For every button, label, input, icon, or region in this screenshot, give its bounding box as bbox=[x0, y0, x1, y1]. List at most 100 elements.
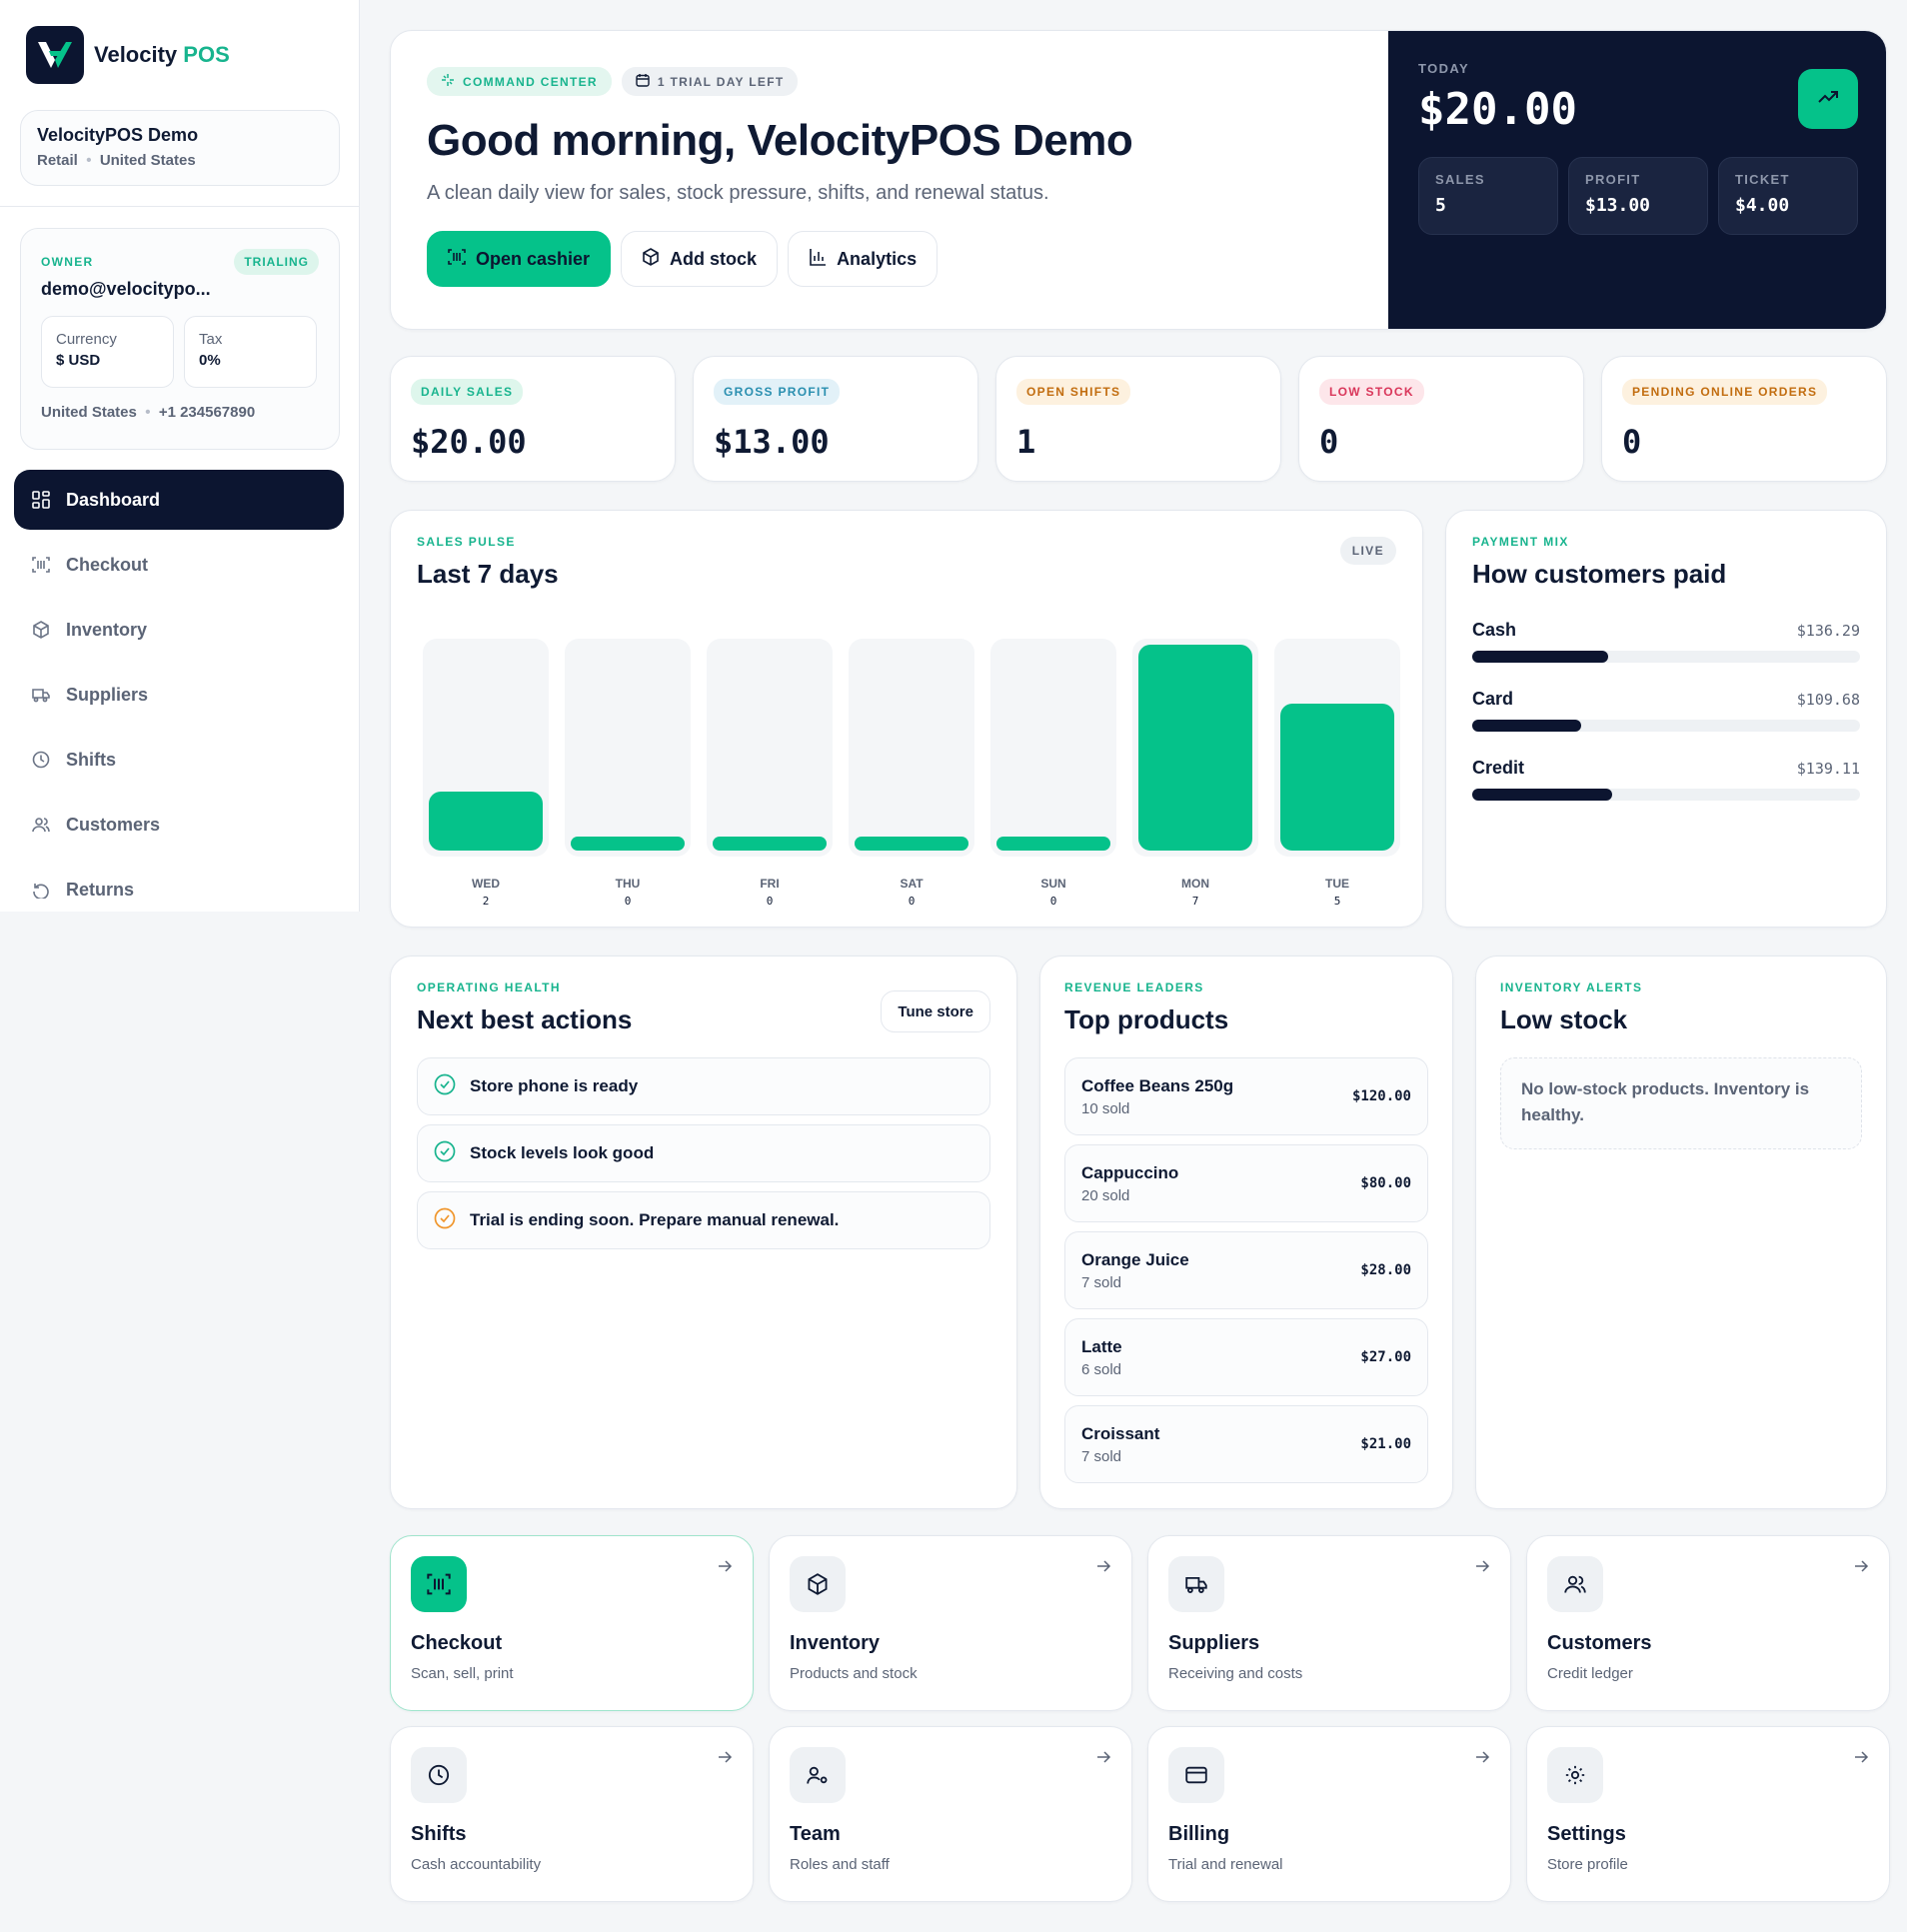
store-switcher[interactable]: VelocityPOS Demo Retail • United States bbox=[20, 110, 340, 186]
owner-email: demo@velocitypo... bbox=[41, 279, 211, 299]
bar-day-label: FRI bbox=[760, 877, 780, 891]
tile-title: Inventory bbox=[790, 1632, 881, 1654]
low-stock-card: INVENTORY ALERTS Low stock No low-stock … bbox=[1475, 956, 1887, 1509]
tile-subtitle: Roles and staff bbox=[790, 1856, 890, 1873]
bar-column: FRI 0 bbox=[707, 639, 833, 911]
card-title: Last 7 days bbox=[417, 559, 559, 589]
kpi-value: $20.00 bbox=[411, 423, 527, 461]
bar-day-label: SUN bbox=[1040, 877, 1066, 891]
live-badge: LIVE bbox=[1339, 537, 1396, 565]
store-name: VelocityPOS Demo bbox=[37, 125, 199, 145]
bar[interactable] bbox=[1280, 703, 1394, 851]
tune-store-button[interactable]: Tune store bbox=[881, 990, 990, 1032]
bar-value-label: 0 bbox=[908, 895, 916, 908]
tile-title: Billing bbox=[1168, 1823, 1230, 1845]
bar[interactable] bbox=[713, 837, 827, 851]
card-eyebrow: PAYMENT MIX bbox=[1472, 535, 1569, 549]
trial-days-chip: 1 TRIAL DAY LEFT bbox=[621, 67, 799, 96]
sidebar-item-customers[interactable]: Customers bbox=[14, 795, 344, 855]
kpi-open-shifts: OPEN SHIFTS 1 bbox=[995, 356, 1281, 482]
payment-mix-card: PAYMENT MIX How customers paid Cash $136.… bbox=[1445, 510, 1887, 928]
tile-inventory[interactable]: Inventory Products and stock bbox=[769, 1535, 1132, 1711]
action-item[interactable]: Stock levels look good bbox=[417, 1124, 990, 1182]
bar-column: MON 7 bbox=[1132, 639, 1258, 911]
kpi-label: DAILY SALES bbox=[411, 379, 524, 405]
bar-track bbox=[565, 639, 691, 857]
add-stock-button[interactable]: Add stock bbox=[621, 231, 779, 287]
sidebar-nav: Dashboard Checkout Inventory Suppliers S… bbox=[14, 470, 344, 925]
undo-icon bbox=[30, 879, 52, 901]
bar-day-label: MON bbox=[1181, 877, 1209, 891]
action-item[interactable]: Store phone is ready bbox=[417, 1057, 990, 1115]
product-row[interactable]: Latte 6 sold $27.00 bbox=[1064, 1318, 1428, 1396]
action-item[interactable]: Trial is ending soon. Prepare manual ren… bbox=[417, 1191, 990, 1249]
sidebar-item-suppliers[interactable]: Suppliers bbox=[14, 665, 344, 725]
arrow-right-icon bbox=[717, 1558, 733, 1579]
empty-state: No low-stock products. Inventory is heal… bbox=[1500, 1057, 1862, 1149]
arrow-right-icon bbox=[1095, 1749, 1111, 1770]
warning-check-icon bbox=[434, 1207, 456, 1234]
product-row[interactable]: Orange Juice 7 sold $28.00 bbox=[1064, 1231, 1428, 1309]
tile-title: Checkout bbox=[411, 1632, 503, 1654]
sidebar-item-dashboard[interactable]: Dashboard bbox=[14, 470, 344, 530]
kpi-low-stock: LOW STOCK 0 bbox=[1298, 356, 1584, 482]
tax-box: Tax 0% bbox=[184, 316, 317, 388]
tile-title: Shifts bbox=[411, 1823, 467, 1845]
bar-day-label: TUE bbox=[1325, 877, 1349, 891]
operating-health-card: OPERATING HEALTH Next best actions Tune … bbox=[390, 956, 1017, 1509]
kpi-label: GROSS PROFIT bbox=[714, 379, 841, 405]
brand-logo[interactable]: Velocity POS bbox=[26, 26, 230, 84]
check-circle-icon bbox=[434, 1073, 456, 1100]
product-row[interactable]: Cappuccino 20 sold $80.00 bbox=[1064, 1144, 1428, 1222]
owner-contact: United States • +1 234567890 bbox=[41, 404, 256, 421]
sidebar-item-returns[interactable]: Returns bbox=[14, 860, 344, 920]
check-circle-icon bbox=[434, 1140, 456, 1167]
tile-checkout[interactable]: Checkout Scan, sell, print bbox=[390, 1535, 754, 1711]
sidebar-item-shifts[interactable]: Shifts bbox=[14, 730, 344, 790]
open-cashier-button[interactable]: Open cashier bbox=[427, 231, 612, 287]
kpi-pending-online-orders: PENDING ONLINE ORDERS 0 bbox=[1601, 356, 1887, 482]
payment-bar bbox=[1472, 789, 1612, 801]
brand-name: Velocity POS bbox=[94, 42, 230, 67]
bar[interactable] bbox=[429, 792, 543, 851]
gear-icon bbox=[1547, 1747, 1603, 1803]
sidebar-item-inventory[interactable]: Inventory bbox=[14, 600, 344, 660]
payment-row-credit: Credit $139.11 bbox=[1472, 758, 1860, 801]
owner-card: OWNER TRIALING demo@velocitypo... Curren… bbox=[20, 228, 340, 450]
today-label: TODAY bbox=[1418, 61, 1470, 76]
analytics-button[interactable]: Analytics bbox=[788, 231, 939, 287]
sidebar-item-checkout[interactable]: Checkout bbox=[14, 535, 344, 595]
hero-greeting: COMMAND CENTER 1 TRIAL DAY LEFT Good mor… bbox=[391, 31, 1388, 329]
barcode-icon bbox=[411, 1556, 467, 1612]
tile-suppliers[interactable]: Suppliers Receiving and costs bbox=[1147, 1535, 1511, 1711]
sparkle-icon bbox=[441, 73, 455, 90]
card-title: How customers paid bbox=[1472, 559, 1727, 589]
bar-column: SAT 0 bbox=[849, 639, 974, 911]
bar-column: WED 2 bbox=[423, 639, 549, 911]
card-eyebrow: SALES PULSE bbox=[417, 535, 516, 549]
tile-billing[interactable]: Billing Trial and renewal bbox=[1147, 1726, 1511, 1902]
calendar-icon bbox=[636, 73, 650, 90]
tile-team[interactable]: Team Roles and staff bbox=[769, 1726, 1132, 1902]
arrow-right-icon bbox=[1853, 1749, 1869, 1770]
tile-settings[interactable]: Settings Store profile bbox=[1526, 1726, 1890, 1902]
product-row[interactable]: Croissant 7 sold $21.00 bbox=[1064, 1405, 1428, 1483]
page-title: Good morning, VelocityPOS Demo bbox=[427, 116, 1133, 165]
bar[interactable] bbox=[1138, 645, 1252, 851]
bar[interactable] bbox=[996, 837, 1110, 851]
tile-customers[interactable]: Customers Credit ledger bbox=[1526, 1535, 1890, 1711]
tile-subtitle: Store profile bbox=[1547, 1856, 1628, 1873]
arrow-right-icon bbox=[1474, 1749, 1490, 1770]
product-row[interactable]: Coffee Beans 250g 10 sold $120.00 bbox=[1064, 1057, 1428, 1135]
trend-button[interactable] bbox=[1798, 69, 1858, 129]
store-meta: Retail • United States bbox=[37, 152, 196, 169]
bar[interactable] bbox=[571, 837, 685, 851]
tile-subtitle: Cash accountability bbox=[411, 1856, 542, 1873]
tile-shifts[interactable]: Shifts Cash accountability bbox=[390, 1726, 754, 1902]
tile-title: Team bbox=[790, 1823, 841, 1845]
kpi-value: $13.00 bbox=[714, 423, 830, 461]
tile-title: Suppliers bbox=[1168, 1632, 1260, 1654]
bar[interactable] bbox=[855, 837, 968, 851]
top-products-card: REVENUE LEADERS Top products Coffee Bean… bbox=[1039, 956, 1453, 1509]
clock-icon bbox=[30, 749, 52, 771]
